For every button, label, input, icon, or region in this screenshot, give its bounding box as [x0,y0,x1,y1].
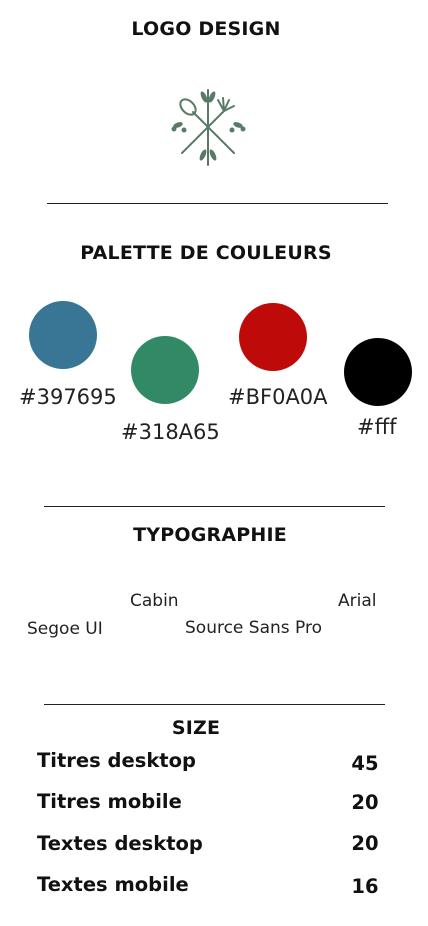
font-sample-arial: Arial [338,591,377,611]
size-row-value: 20 [351,832,379,855]
color-swatch [344,338,412,406]
size-row-value: 45 [351,752,379,775]
logo-mark [166,85,250,169]
size-heading: SIZE [171,717,221,739]
olive-leaf [209,149,217,161]
spoon-handle [192,111,235,154]
typography-heading: TYPOGRAPHIE [133,524,287,546]
palette-heading: PALETTE DE COULEURS [80,242,332,264]
size-row-label: Textes mobile [37,873,189,896]
olive-berry [240,126,246,132]
color-code: #fff [357,415,397,439]
color-swatch [131,336,199,404]
size-row-label: Titres mobile [37,790,182,813]
section-divider [44,704,385,705]
section-divider [47,203,388,204]
section-divider [44,506,385,507]
color-code: #318A65 [121,420,220,444]
font-sample-segoe-ui: Segoe UI [27,619,103,639]
color-swatch [239,303,307,371]
logo-heading: LOGO DESIGN [131,18,281,40]
color-code: #397695 [19,385,117,409]
color-swatch [29,301,97,369]
olive-berry [181,127,187,133]
olive-berry [229,127,235,133]
size-row-value: 20 [351,791,379,814]
size-row-value: 16 [351,875,379,898]
font-sample-cabin: Cabin [130,591,179,611]
fork-handle [181,110,225,154]
size-row-label: Textes desktop [37,832,203,855]
color-code: #BF0A0A [228,385,328,409]
olive-leaf [199,149,207,161]
olive-berry [171,126,177,132]
size-row-label: Titres desktop [37,749,196,772]
font-sample-source-sans-pro: Source Sans Pro [185,618,323,638]
crossed-spoon-fork-olive-branch-icon [171,89,246,166]
